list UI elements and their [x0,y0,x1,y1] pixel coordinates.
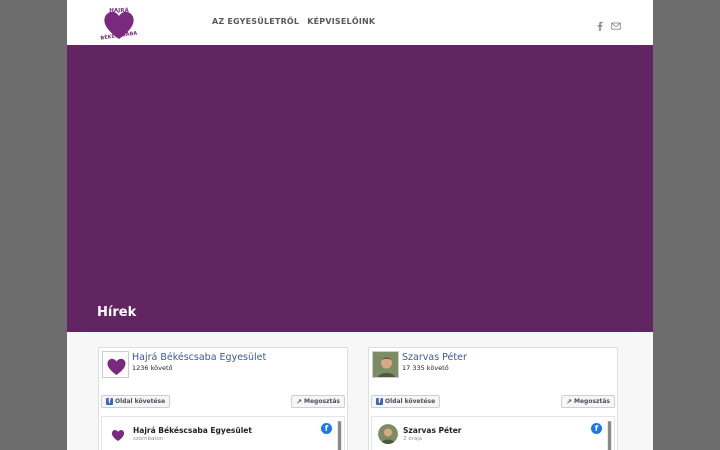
follower-count: 1236 követő [132,364,173,372]
widget-actions: f Oldal követése ↗ Megosztás [101,395,345,409]
feed-scrollbar[interactable] [607,421,612,450]
site-header: HAJRÁ BÉKÉSCSABA AZ EGYESÜLETRŐL KÉPVISE… [67,0,653,45]
follow-page-button[interactable]: f Oldal követése [101,395,171,408]
follow-label: Oldal követése [385,398,436,405]
facebook-logo-icon[interactable]: f [321,423,332,434]
page-avatar[interactable] [372,351,399,378]
page-name-link[interactable]: Hajrá Békéscsaba Egyesület [132,352,266,363]
share-button[interactable]: ↗ Megosztás [561,395,615,408]
nav-item-representatives[interactable]: KÉPVISELŐINK [307,17,375,26]
nav-item-about[interactable]: AZ EGYESÜLETRŐL [212,17,299,26]
scrollbar-thumb[interactable] [338,421,341,450]
content-area: Hajrá Békéscsaba Egyesület 1236 követő f… [67,332,653,450]
page-container: HAJRÁ BÉKÉSCSABA AZ EGYESÜLETRŐL KÉPVISE… [67,0,653,450]
post-author[interactable]: Szarvas Péter [403,426,462,435]
facebook-icon: f [376,398,383,405]
share-icon: ↗ [296,397,302,406]
page-name-link[interactable]: Szarvas Péter [402,352,467,363]
mail-icon[interactable] [611,16,621,30]
post-timestamp[interactable]: 2 órája [403,436,422,442]
post-feed: Szarvas Péter 2 órája f [371,416,615,450]
site-logo[interactable]: HAJRÁ BÉKÉSCSABA [99,4,139,42]
share-button[interactable]: ↗ Megosztás [291,395,345,408]
post-author[interactable]: Hajrá Békéscsaba Egyesület [133,426,252,435]
post-avatar[interactable] [108,424,128,444]
hero-banner: Hírek [67,45,653,332]
scrollbar-thumb[interactable] [608,421,611,450]
social-icons [595,16,621,31]
share-icon: ↗ [566,397,572,406]
facebook-icon[interactable] [595,16,605,31]
post-timestamp[interactable]: szombaton [133,436,163,442]
facebook-logo-icon[interactable]: f [591,423,602,434]
facebook-page-widget: Hajrá Békéscsaba Egyesület 1236 követő f… [98,347,348,450]
post-avatar[interactable] [378,424,398,444]
page-title: Hírek [97,305,137,320]
post-feed: Hajrá Békéscsaba Egyesület szombaton f [101,416,345,450]
follower-count: 17 335 követő [402,364,449,372]
widget-header: Szarvas Péter 17 335 követő [369,348,617,382]
facebook-icon: f [106,398,113,405]
widget-actions: f Oldal követése ↗ Megosztás [371,395,615,409]
share-label: Megosztás [303,398,340,405]
follow-page-button[interactable]: f Oldal követése [371,395,441,408]
main-nav: AZ EGYESÜLETRŐL KÉPVISELŐINK [212,17,375,26]
page-avatar[interactable] [102,351,129,378]
facebook-page-widget: Szarvas Péter 17 335 követő f Oldal köve… [368,347,618,450]
follow-label: Oldal követése [115,398,166,405]
feed-scrollbar[interactable] [337,421,342,450]
share-label: Megosztás [573,398,610,405]
widget-header: Hajrá Békéscsaba Egyesület 1236 követő [99,348,347,382]
logo-line1: HAJRÁ [109,7,129,14]
